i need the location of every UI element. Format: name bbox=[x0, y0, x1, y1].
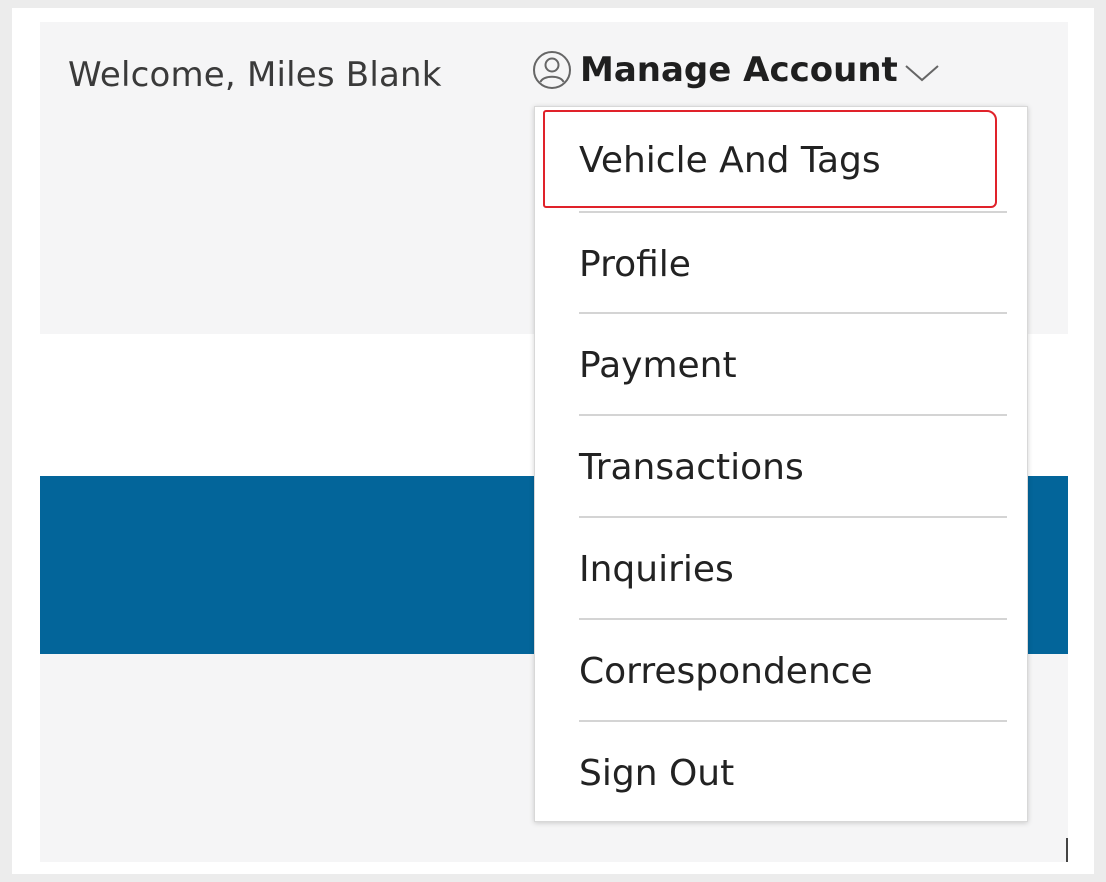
chevron-down-icon bbox=[904, 63, 940, 83]
menu-item-sign-out[interactable]: Sign Out bbox=[579, 722, 1007, 824]
account-menu: Vehicle And Tags Profile Payment Transac… bbox=[534, 106, 1028, 822]
menu-item-vehicle-and-tags[interactable]: Vehicle And Tags bbox=[579, 109, 1007, 211]
menu-item-transactions[interactable]: Transactions bbox=[579, 416, 1007, 518]
menu-item-profile[interactable]: Profile bbox=[579, 213, 1007, 315]
menu-item-inquiries[interactable]: Inquiries bbox=[579, 518, 1007, 620]
menu-item-label: Sign Out bbox=[579, 752, 735, 794]
welcome-message: Welcome, Miles Blank bbox=[68, 55, 442, 95]
menu-item-label: Transactions bbox=[579, 446, 804, 488]
menu-item-label: Profile bbox=[579, 243, 691, 285]
menu-item-label: Correspondence bbox=[579, 650, 873, 692]
menu-item-label: Payment bbox=[579, 344, 737, 386]
manage-account-label: Manage Account bbox=[580, 50, 898, 90]
user-circle-icon bbox=[532, 50, 572, 90]
text-cursor bbox=[1066, 838, 1068, 862]
menu-item-payment[interactable]: Payment bbox=[579, 314, 1007, 416]
manage-account-dropdown[interactable]: Manage Account bbox=[532, 50, 940, 90]
menu-item-label: Vehicle And Tags bbox=[579, 139, 881, 181]
menu-item-correspondence[interactable]: Correspondence bbox=[579, 620, 1007, 722]
menu-item-label: Inquiries bbox=[579, 548, 734, 590]
